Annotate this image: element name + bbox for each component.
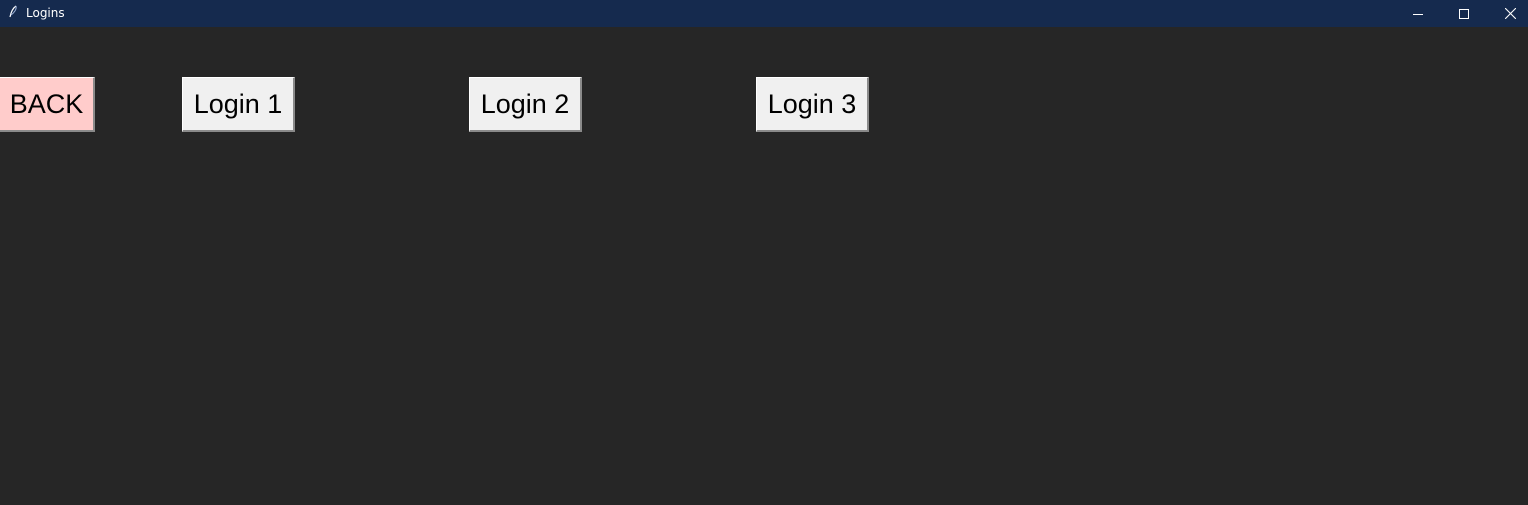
back-button[interactable]: BACK — [0, 77, 95, 132]
login-1-button[interactable]: Login 1 — [182, 77, 295, 132]
maximize-icon — [1459, 8, 1469, 19]
minimize-button[interactable] — [1395, 0, 1441, 27]
close-button[interactable] — [1487, 0, 1528, 27]
login-3-button[interactable]: Login 3 — [756, 77, 869, 132]
window-title: Logins — [26, 6, 65, 20]
close-icon — [1504, 8, 1516, 19]
title-bar[interactable]: Logins — [0, 0, 1528, 27]
login-2-button[interactable]: Login 2 — [469, 77, 582, 132]
maximize-button[interactable] — [1441, 0, 1487, 27]
minimize-icon — [1413, 9, 1423, 19]
app-window: Logins BACK Login 1 Login 2 Login 3 — [0, 0, 1528, 505]
feather-icon — [8, 5, 18, 19]
